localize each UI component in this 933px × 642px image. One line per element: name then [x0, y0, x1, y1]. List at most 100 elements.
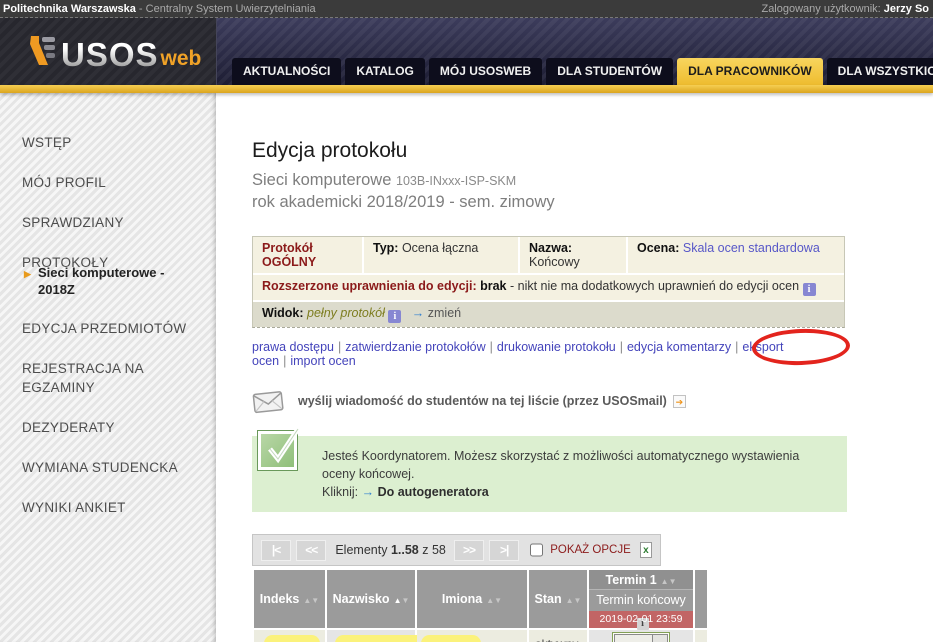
- typ-cell: Typ: Ocena łączna: [362, 237, 518, 273]
- orange-arrow-icon[interactable]: ➔: [673, 395, 686, 408]
- tab-dla-pracownikow[interactable]: DLA PRACOWNIKÓW: [677, 58, 823, 85]
- info-icon[interactable]: i: [388, 310, 401, 323]
- indeks-cell: [254, 630, 325, 642]
- accent-bar: [0, 85, 933, 93]
- sidebar-nav: WSTĘP MÓJ PROFIL SPRAWDZIANY PROTOKOŁY ▶…: [0, 93, 216, 642]
- sort-desc-icon[interactable]: ▼: [311, 596, 319, 605]
- grades-header-row: Indeks▲▼ Nazwisko▲▼ Imiona▲▼ Stan▲▼ Term…: [254, 570, 707, 628]
- header-stan[interactable]: Stan▲▼: [529, 570, 587, 628]
- link-drukowanie-protokolu[interactable]: drukowanie protokołu: [497, 340, 616, 354]
- tab-dla-studentow[interactable]: DLA STUDENTÓW: [546, 58, 673, 85]
- sort-desc-icon[interactable]: ▼: [669, 577, 677, 586]
- info-icon[interactable]: i: [803, 283, 816, 296]
- main-nav-tabs: AKTUALNOŚCI KATALOG MÓJ USOSWEB DLA STUD…: [232, 58, 933, 85]
- ocena-label: Ocena:: [637, 241, 679, 255]
- first-page-button[interactable]: |<: [261, 540, 291, 561]
- link-edycja-komentarzy[interactable]: edycja komentarzy: [627, 340, 731, 354]
- sidebar-item-wstep[interactable]: WSTĘP: [22, 133, 192, 152]
- nazwa-value: Końcowy: [529, 255, 580, 269]
- header-termin-1[interactable]: Termin 1▲▼ Termin końcowyi 2019-02-01 23…: [589, 570, 693, 628]
- export-excel-icon[interactable]: x: [640, 542, 652, 558]
- show-options-checkbox[interactable]: [530, 543, 543, 557]
- autogenerator-line: Kliknij: → Do autogeneratora: [322, 483, 833, 501]
- usos-logo-icon: [28, 34, 58, 70]
- autogenerator-link[interactable]: Do autogeneratora: [378, 485, 489, 499]
- separator: |: [490, 340, 493, 354]
- protocol-info-row-1: Protokół OGÓLNY Typ: Ocena łączna Nazwa:…: [253, 237, 844, 273]
- coordinator-notice: Jesteś Koordynatorem. Możesz skorzystać …: [252, 436, 847, 512]
- tab-aktualnosci[interactable]: AKTUALNOŚCI: [232, 58, 341, 85]
- logged-user-name: Jerzy So: [884, 3, 929, 15]
- prev-page-button[interactable]: <<: [296, 540, 326, 561]
- redacted-names: [421, 635, 481, 642]
- sort-desc-icon[interactable]: ▼: [574, 596, 582, 605]
- widok-label: Widok:: [262, 306, 304, 320]
- page-title-block: Edycja protokołu Sieci komputerowe 103B-…: [252, 139, 933, 213]
- sort-asc-icon[interactable]: ▲: [486, 596, 494, 605]
- sidebar-item-moj-profil[interactable]: MÓJ PROFIL: [22, 173, 192, 192]
- change-view-link[interactable]: zmień: [428, 306, 461, 320]
- protocol-label: Protokół: [262, 241, 313, 255]
- logged-user-label: Zalogowany użytkownik:: [761, 3, 883, 15]
- sidebar-item-sprawdziany[interactable]: SPRAWDZIANY: [22, 213, 192, 232]
- elements-total: 58: [432, 543, 446, 557]
- sidebar-item-dezyderaty[interactable]: DEZYDERATY: [22, 418, 192, 437]
- permissions-value: brak: [480, 279, 506, 293]
- link-prawa-dostepu[interactable]: prawa dostępu: [252, 340, 334, 354]
- separator: |: [620, 340, 623, 354]
- main-content: Edycja protokołu Sieci komputerowe 103B-…: [216, 93, 933, 642]
- ocena-cell: Ocena: Skala ocen standardowa: [626, 237, 844, 273]
- nazwisko-cell: [327, 630, 415, 642]
- termin-1-label: Termin 1: [605, 573, 656, 587]
- link-zatwierdzanie-protokolow[interactable]: zatwierdzanie protokołów: [345, 340, 485, 354]
- show-options-label[interactable]: POKAŻ OPCJE: [550, 544, 631, 556]
- indeks-label: Indeks: [260, 592, 300, 606]
- termin-1-title[interactable]: Termin 1 ▲▼: [589, 570, 693, 590]
- sort-asc-icon[interactable]: ▲: [661, 577, 669, 586]
- header-indeks[interactable]: Indeks▲▼: [254, 570, 325, 628]
- envelope-icon: [251, 386, 288, 415]
- sidebar-item-rejestracja-egzaminy[interactable]: REJESTRACJA NA EGZAMINY: [22, 359, 192, 397]
- elements-range: Elementy 1..58 z 58: [335, 543, 446, 557]
- header-next-column-partial: [695, 570, 707, 628]
- sort-asc-icon[interactable]: ▲: [566, 596, 574, 605]
- logo-area[interactable]: USOS web: [0, 18, 217, 85]
- link-import-ocen[interactable]: import ocen: [290, 354, 355, 368]
- grade-scale-link[interactable]: Skala ocen standardowa: [683, 241, 820, 255]
- tab-dla-wszystkich[interactable]: DLA WSZYSTKICH: [827, 58, 933, 85]
- header-imiona[interactable]: Imiona▲▼: [417, 570, 527, 628]
- university-name: Politechnika Warszawska: [3, 3, 136, 15]
- arrow-icon: →: [412, 306, 425, 320]
- tab-katalog[interactable]: KATALOG: [345, 58, 425, 85]
- table-row: aktywny ▼: [254, 630, 707, 642]
- send-mail-row[interactable]: wyślij wiadomość do studentów na tej liś…: [252, 388, 933, 414]
- tab-moj-usosweb[interactable]: MÓJ USOSWEB: [429, 58, 542, 85]
- grades-table: Indeks▲▼ Nazwisko▲▼ Imiona▲▼ Stan▲▼ Term…: [252, 568, 709, 642]
- extra-cell: [695, 630, 707, 642]
- separator: |: [283, 354, 286, 368]
- sidebar-item-active-protocol[interactable]: ▶ Sieci komputerowe - 2018Z: [22, 264, 190, 298]
- sort-desc-icon[interactable]: ▼: [401, 596, 409, 605]
- last-page-button[interactable]: >|: [489, 540, 519, 561]
- next-page-button[interactable]: >>: [454, 540, 484, 561]
- sidebar-item-wymiana-studencka[interactable]: WYMIANA STUDENCKA: [22, 458, 192, 477]
- system-subtitle: Centralny System Uwierzytelniania: [146, 3, 316, 15]
- active-protocol-label: Sieci komputerowe - 2018Z: [38, 265, 164, 297]
- sidebar-item-wyniki-ankiet[interactable]: WYNIKI ANKIET: [22, 498, 192, 517]
- imiona-cell: [417, 630, 527, 642]
- course-code: 103B-INxxx-ISP-SKM: [396, 174, 516, 188]
- permissions-label: Rozszerzone uprawnienia do edycji:: [262, 279, 477, 293]
- dropdown-arrow-icon: ▼: [652, 635, 667, 642]
- termin-koncowy-label: Termin końcowy: [596, 593, 686, 607]
- sort-desc-icon[interactable]: ▼: [494, 596, 502, 605]
- send-mail-label: wyślij wiadomość do studentów na tej liś…: [298, 394, 667, 408]
- app-header: USOS web AKTUALNOŚCI KATALOG MÓJ USOSWEB…: [0, 18, 933, 85]
- elements-range-value: 1..58: [391, 543, 419, 557]
- termin-koncowy-subtitle: Termin końcowyi: [589, 590, 693, 611]
- coordinator-message: Jesteś Koordynatorem. Możesz skorzystać …: [322, 447, 833, 483]
- header-nazwisko[interactable]: Nazwisko▲▼: [327, 570, 415, 628]
- sidebar-item-edycja-przedmiotow[interactable]: EDYCJA PRZEDMIOTÓW: [22, 319, 192, 338]
- logo-text-usos: USOS: [61, 40, 159, 70]
- grade-select[interactable]: ▼: [612, 632, 670, 642]
- course-name: Sieci komputerowe: [252, 171, 391, 189]
